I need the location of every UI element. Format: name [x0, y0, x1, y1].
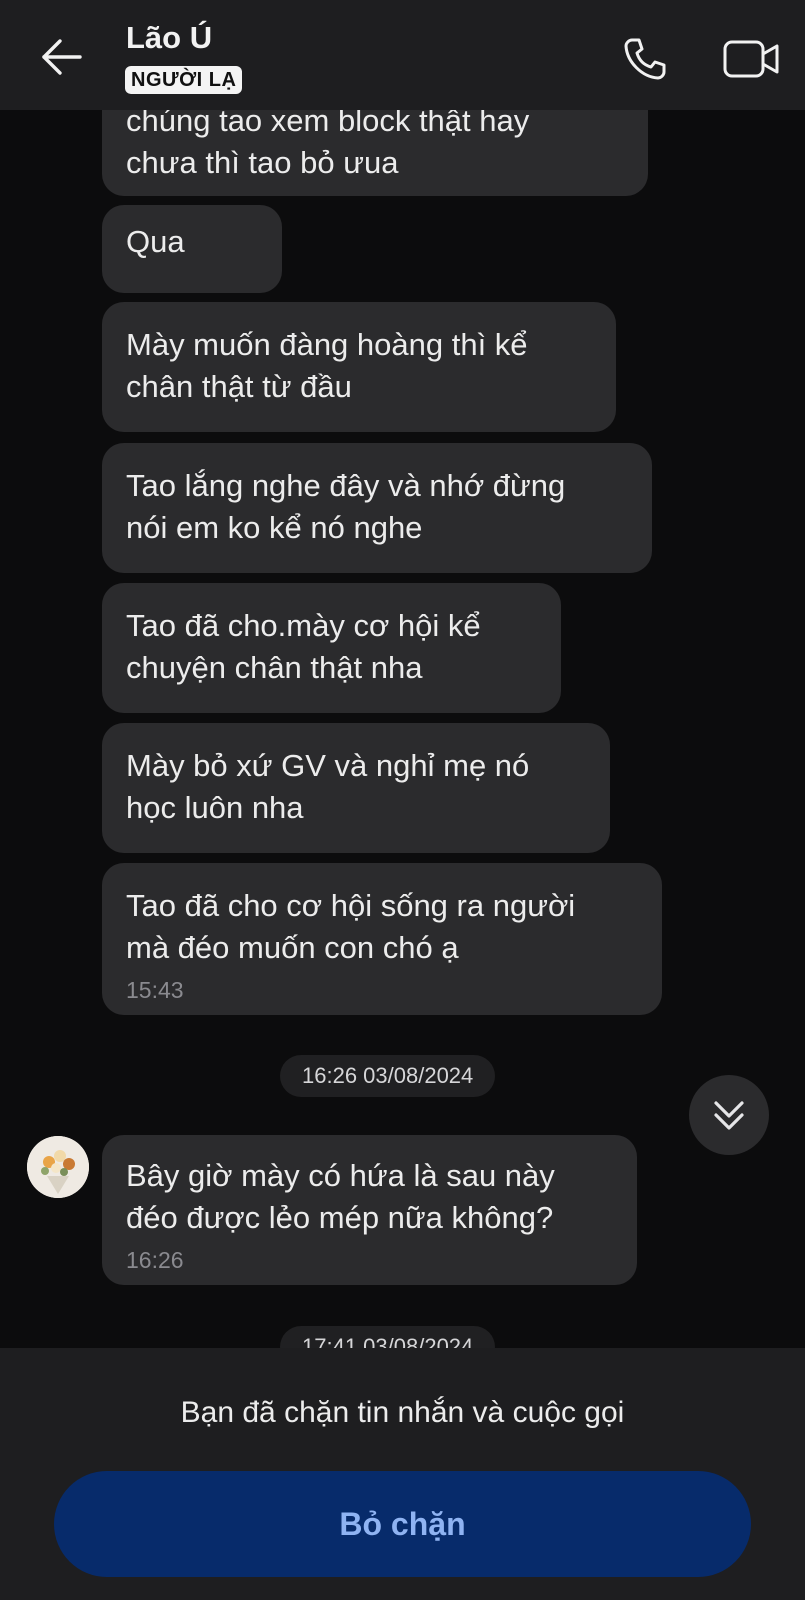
- bouquet-image: [27, 1136, 89, 1198]
- chat-screen: chúng tao xem block thật hay chưa thì ta…: [0, 0, 805, 1600]
- video-call-button[interactable]: [722, 36, 782, 82]
- message-bubble[interactable]: Tao lắng nghe đây và nhớ đừng nói em ko …: [102, 443, 652, 573]
- message-text: Mày muốn đàng hoàng thì kể chân thật từ …: [126, 327, 528, 404]
- message-text: Tao lắng nghe đây và nhớ đừng nói em ko …: [126, 468, 566, 545]
- video-camera-icon: [723, 40, 779, 78]
- double-chevron-down-icon: [714, 1101, 744, 1130]
- message-text: Qua: [126, 224, 185, 259]
- message-text: Mày bỏ xứ GV và nghỉ mẹ nó học luôn nha: [126, 748, 530, 825]
- arrow-left-icon: [42, 39, 82, 75]
- contact-name[interactable]: Lão Ú: [126, 20, 212, 56]
- message-bubble[interactable]: Mày muốn đàng hoàng thì kể chân thật từ …: [102, 302, 616, 432]
- message-text: Tao đã cho.mày cơ hội kể chuyện chân thậ…: [126, 608, 481, 685]
- message-time: 15:43: [126, 977, 184, 1003]
- message-bubble[interactable]: Tao đã cho.mày cơ hội kể chuyện chân thậ…: [102, 583, 561, 713]
- message-text: Bây giờ mày có hứa là sau này đéo được l…: [126, 1158, 555, 1235]
- message-text: Tao đã cho cơ hội sống ra người mà đéo m…: [126, 888, 576, 965]
- phone-icon: [624, 38, 666, 80]
- blocked-notice: Bạn đã chặn tin nhắn và cuộc gọi: [180, 1396, 625, 1429]
- message-text: chúng tao xem block thật hay chưa thì ta…: [126, 103, 530, 180]
- scroll-to-bottom-button[interactable]: [689, 1075, 769, 1155]
- message-bubble[interactable]: Tao đã cho cơ hội sống ra người mà đéo m…: [102, 863, 662, 1015]
- blocked-panel: Bạn đã chặn tin nhắn và cuộc gọi Bỏ chặn: [0, 1348, 805, 1600]
- date-separator: 16:26 03/08/2024: [280, 1055, 496, 1097]
- stranger-badge: NGƯỜI LẠ: [125, 66, 243, 94]
- avatar[interactable]: [27, 1136, 89, 1198]
- unblock-button[interactable]: Bỏ chặn: [54, 1471, 751, 1577]
- back-button[interactable]: [36, 32, 86, 82]
- message-bubble[interactable]: Bây giờ mày có hứa là sau này đéo được l…: [102, 1135, 637, 1285]
- message-bubble[interactable]: Qua: [102, 205, 282, 293]
- chat-header: Lão Ú NGƯỜI LẠ: [0, 0, 805, 110]
- message-bubble[interactable]: Mày bỏ xứ GV và nghỉ mẹ nó học luôn nha: [102, 723, 610, 853]
- message-time: 16:26: [126, 1247, 184, 1273]
- voice-call-button[interactable]: [620, 34, 670, 84]
